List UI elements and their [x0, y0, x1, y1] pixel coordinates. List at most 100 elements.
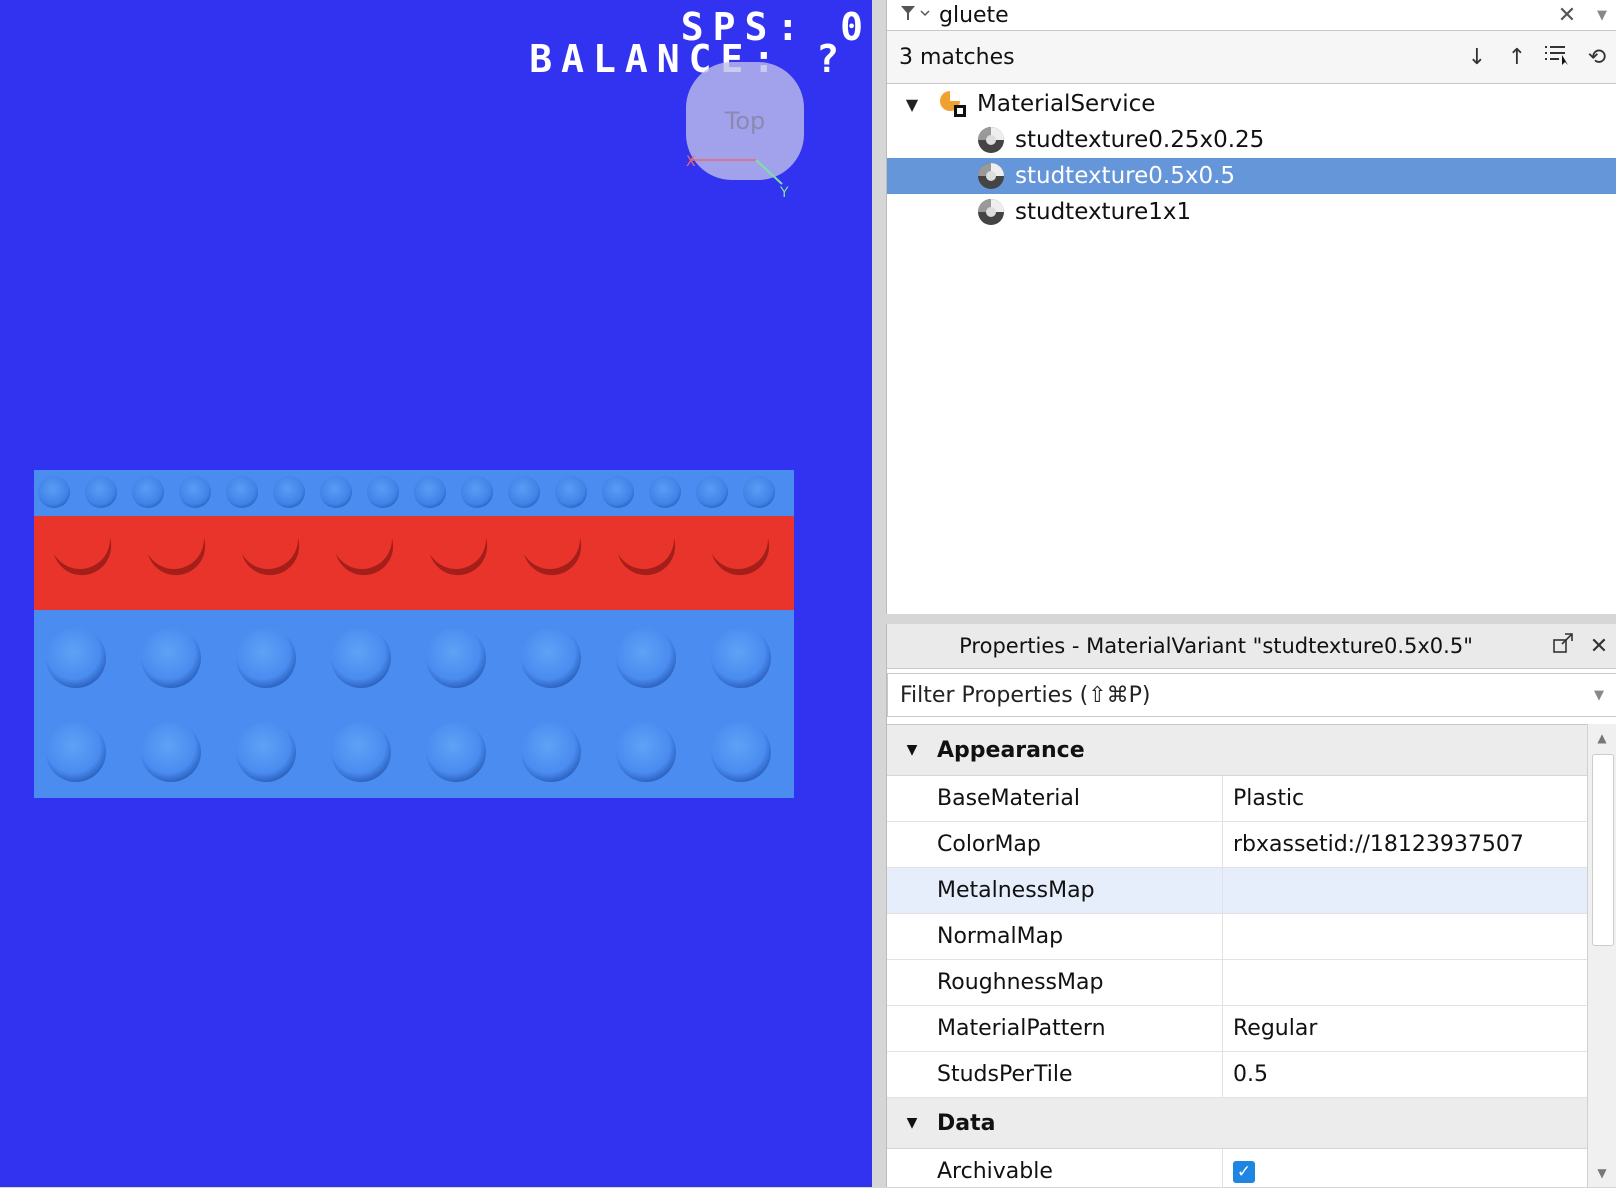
stud-large	[141, 722, 201, 782]
stud-large	[141, 628, 201, 688]
brick-parts[interactable]	[34, 470, 794, 800]
property-value[interactable]	[1223, 914, 1587, 959]
explorer-search-bar: gluete ✕ ▼	[887, 0, 1616, 31]
stud-large	[46, 628, 106, 688]
scrollbar-thumb[interactable]	[1592, 754, 1614, 946]
stud-large	[521, 722, 581, 782]
filter-icon[interactable]	[899, 3, 939, 28]
viewport-3d[interactable]: SPS: 0 BALANCE: ? Top X Y	[0, 0, 872, 1187]
stud-small	[461, 476, 493, 508]
property-value[interactable]: 0.5	[1223, 1052, 1587, 1097]
explorer-panel: gluete ✕ ▼ 3 matches ↓ ↑ ⟲ ▼ MaterialSer…	[886, 0, 1616, 614]
property-name: MetalnessMap	[887, 868, 1223, 913]
scroll-up-icon[interactable]: ▲	[1588, 724, 1616, 752]
stud-large	[236, 722, 296, 782]
property-name: BaseMaterial	[887, 776, 1223, 821]
filter-properties-placeholder: Filter Properties (⇧⌘P)	[900, 682, 1151, 708]
close-icon[interactable]: ✕	[1581, 634, 1616, 659]
filter-properties-input[interactable]: Filter Properties (⇧⌘P) ▼	[887, 673, 1616, 717]
select-all-matches-icon[interactable]	[1537, 43, 1577, 71]
matches-toolbar: 3 matches ↓ ↑ ⟲	[887, 31, 1616, 84]
stud-small	[226, 476, 258, 508]
matches-count: 3 matches	[899, 44, 1015, 70]
stud-large	[236, 628, 296, 688]
brick-strip-red	[34, 516, 794, 610]
axis-y-label: Y	[779, 185, 789, 200]
property-row-basematerial[interactable]: BaseMaterial Plastic	[887, 776, 1587, 822]
property-row-metalnessmap[interactable]: MetalnessMap	[887, 868, 1587, 914]
property-row-archivable[interactable]: Archivable ✓	[887, 1149, 1587, 1188]
material-service-icon	[937, 88, 969, 120]
refresh-icon[interactable]: ⟲	[1577, 45, 1616, 70]
property-row-studspertile[interactable]: StudsPerTile 0.5	[887, 1052, 1587, 1098]
material-variant-icon	[975, 196, 1007, 228]
collapse-arrow-icon[interactable]: ▼	[887, 1115, 937, 1131]
stud-large	[616, 628, 676, 688]
category-data[interactable]: ▼ Data	[887, 1098, 1587, 1149]
property-value[interactable]: rbxassetid://18123937507	[1223, 822, 1587, 867]
property-row-colormap[interactable]: ColorMap rbxassetid://18123937507	[887, 822, 1587, 868]
expand-arrow-icon[interactable]: ▼	[901, 95, 923, 114]
stud-small	[602, 476, 634, 508]
next-match-icon[interactable]: ↓	[1457, 45, 1497, 70]
property-row-materialpattern[interactable]: MaterialPattern Regular	[887, 1006, 1587, 1052]
archivable-checkbox[interactable]: ✓	[1233, 1160, 1255, 1183]
property-row-normalmap[interactable]: NormalMap	[887, 914, 1587, 960]
property-name: ColorMap	[887, 822, 1223, 867]
category-appearance[interactable]: ▼ Appearance	[887, 725, 1587, 776]
tree-item-materialservice[interactable]: ▼ MaterialService	[887, 86, 1616, 122]
stud-large	[331, 628, 391, 688]
stud-large	[711, 722, 771, 782]
stud-large	[616, 722, 676, 782]
stud-small	[273, 476, 305, 508]
property-name: RoughnessMap	[887, 960, 1223, 1005]
properties-scrollbar[interactable]: ▲ ▼	[1587, 724, 1616, 1187]
previous-match-icon[interactable]: ↑	[1497, 45, 1537, 70]
stud-large	[711, 628, 771, 688]
chevron-down-icon[interactable]: ▼	[1582, 688, 1616, 703]
tree-item-label: studtexture0.25x0.25	[1015, 127, 1265, 153]
property-name: NormalMap	[887, 914, 1223, 959]
chevron-down-icon[interactable]: ▼	[1587, 8, 1616, 23]
stud-small	[38, 476, 70, 508]
property-grid: ▼ Appearance BaseMaterial Plastic ColorM…	[887, 724, 1587, 1188]
axis-gizmo: X Y	[686, 154, 789, 200]
stud-small	[508, 476, 540, 508]
property-value[interactable]: Regular	[1223, 1006, 1587, 1051]
tree-item-label: MaterialService	[977, 91, 1156, 117]
stud-small	[696, 476, 728, 508]
property-name: MaterialPattern	[887, 1006, 1223, 1051]
scroll-down-icon[interactable]: ▼	[1588, 1159, 1616, 1187]
stud-small	[320, 476, 352, 508]
property-name: StudsPerTile	[887, 1052, 1223, 1097]
stud-large	[426, 628, 486, 688]
category-label: Data	[937, 1110, 996, 1136]
property-row-roughnessmap[interactable]: RoughnessMap	[887, 960, 1587, 1006]
properties-title: Properties - MaterialVariant "studtextur…	[959, 634, 1473, 658]
stud-large	[46, 722, 106, 782]
stud-large	[331, 722, 391, 782]
tree-item-label: studtexture0.5x0.5	[1015, 163, 1236, 189]
balance-counter: BALANCE: ?	[529, 37, 848, 81]
explorer-search-input[interactable]: gluete	[939, 3, 1547, 28]
property-value[interactable]	[1223, 868, 1587, 913]
stud-small	[85, 476, 117, 508]
stud-large	[426, 722, 486, 782]
stud-small	[132, 476, 164, 508]
property-value[interactable]	[1223, 960, 1587, 1005]
property-value[interactable]: Plastic	[1223, 776, 1587, 821]
undock-icon[interactable]	[1545, 632, 1581, 660]
stud-large	[521, 628, 581, 688]
view-cube-label: Top	[724, 107, 766, 135]
tree-item-studtexture-1x1[interactable]: studtexture1x1	[887, 194, 1616, 230]
tree-item-studtexture-025[interactable]: studtexture0.25x0.25	[887, 122, 1616, 158]
collapse-arrow-icon[interactable]: ▼	[887, 742, 937, 758]
stud-small	[367, 476, 399, 508]
stud-small	[743, 476, 775, 508]
stud-small	[179, 476, 211, 508]
tree-item-studtexture-05[interactable]: studtexture0.5x0.5	[887, 158, 1616, 194]
property-name: Archivable	[887, 1149, 1223, 1188]
stud-small	[555, 476, 587, 508]
category-label: Appearance	[937, 737, 1085, 763]
clear-search-icon[interactable]: ✕	[1547, 3, 1587, 28]
